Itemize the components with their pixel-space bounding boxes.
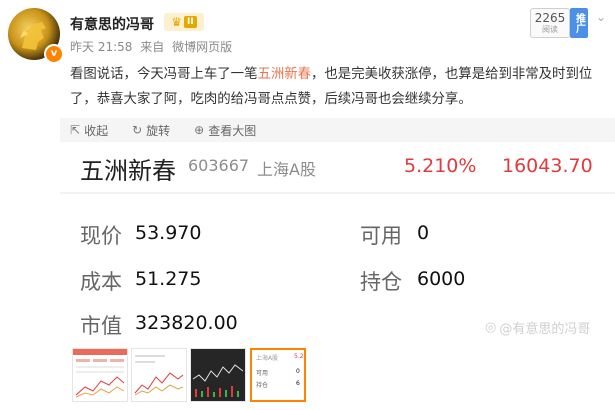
source-prefix: 来自 — [140, 40, 165, 54]
market-value-label: 市值 — [80, 314, 122, 338]
available-value: 0 — [417, 222, 430, 244]
available-label: 可用 — [360, 224, 402, 248]
vip-level: II — [184, 16, 197, 28]
stock-profit-value: 16043.70 — [502, 155, 593, 177]
watermark-text: @有意思的冯哥 — [499, 322, 591, 337]
read-count-badge: 2265 阅读 — [530, 8, 570, 38]
thumb-label-1: 可用 — [256, 370, 269, 377]
post-text-before: 看图说话，今天冯哥上车了一笔 — [70, 67, 258, 82]
thumbnail-1[interactable] — [72, 348, 128, 402]
thumbnail-2[interactable] — [131, 348, 187, 402]
post-meta: 昨天 21:58 来自 微博网页版 — [70, 38, 236, 55]
stock-name: 五洲新春 — [80, 157, 176, 185]
thumb-value-1: 0 — [296, 368, 300, 375]
market-value: 323820.00 — [135, 312, 238, 334]
view-large-label: 查看大图 — [208, 123, 257, 138]
vip-badge[interactable]: ♛ II — [164, 13, 204, 31]
collapse-button[interactable]: ⇱ 收起 — [70, 122, 108, 139]
stock-topic-link[interactable]: 五洲新春 — [257, 67, 311, 82]
price-label: 现价 — [80, 224, 122, 248]
holding-value: 6000 — [417, 268, 466, 290]
divider — [60, 192, 615, 194]
weibo-logo-icon: ◎ — [485, 320, 497, 335]
thumb-pct: 5.2 — [294, 353, 304, 360]
view-large-button[interactable]: ⊕ 查看大图 — [194, 122, 256, 139]
post-text: 看图说话，今天冯哥上车了一笔五洲新春，也是完美收获涨停，也算是给到非常及时到位了… — [70, 62, 606, 112]
rotate-button[interactable]: ↻ 旋转 — [132, 122, 170, 139]
stock-market: 上海A股 — [257, 160, 316, 179]
image-toolbar: ⇱ 收起 ↻ 旋转 ⊕ 查看大图 — [60, 118, 615, 142]
collapse-label: 收起 — [84, 123, 109, 138]
read-count: 2265 — [534, 11, 566, 25]
magnify-icon: ⊕ — [194, 123, 205, 137]
thumbnail-3[interactable] — [190, 348, 246, 402]
thumb-label-2: 持仓 — [256, 382, 269, 389]
thumb-market: 上海A股 — [256, 355, 279, 362]
watermark: ◎ @有意思的冯哥 — [485, 318, 590, 337]
crown-icon: ♛ — [171, 15, 183, 29]
collapse-icon: ⇱ — [70, 123, 81, 137]
post-image[interactable]: 五洲新春 603667 上海A股 5.210% 16043.70 现价 53.9… — [60, 142, 615, 342]
verified-badge-icon: v — [44, 44, 64, 64]
rotate-icon: ↻ — [132, 123, 143, 137]
thumb-value-2: 6 — [296, 380, 300, 387]
rotate-label: 旋转 — [146, 123, 171, 138]
chevron-down-icon[interactable]: ⌄ — [596, 10, 606, 24]
post-time[interactable]: 昨天 21:58 — [70, 40, 132, 54]
stock-change-pct: 5.210% — [404, 155, 477, 177]
promo-tag[interactable]: 推广 — [570, 8, 588, 38]
price-value: 53.970 — [135, 222, 202, 244]
cost-value: 51.275 — [135, 268, 202, 290]
author-name[interactable]: 有意思的冯哥 — [70, 14, 154, 34]
thumbnail-4-selected[interactable]: 上海A股 5.2 可用 0 持仓 6 — [250, 348, 306, 402]
post-source: 微博网页版 — [172, 40, 233, 54]
stock-code: 603667 — [188, 156, 250, 175]
holding-label: 持仓 — [360, 270, 402, 294]
cost-label: 成本 — [80, 270, 122, 294]
read-count-label: 阅读 — [542, 25, 558, 34]
